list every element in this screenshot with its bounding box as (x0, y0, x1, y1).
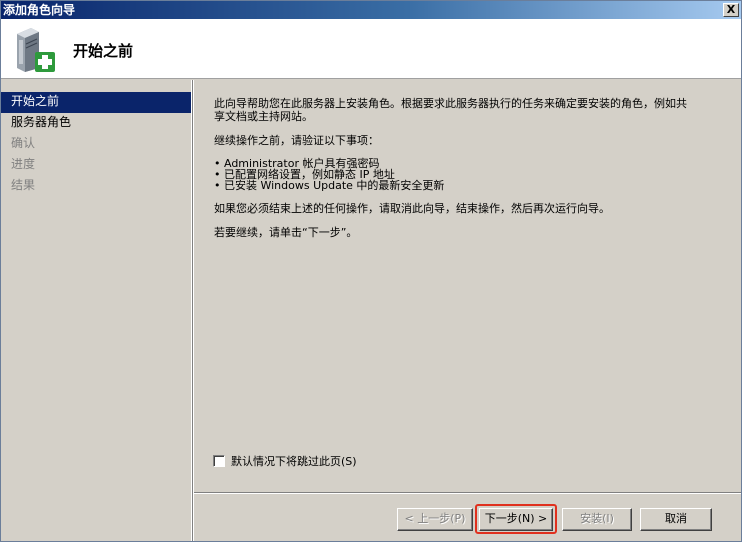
skip-page-label[interactable]: 默认情况下将跳过此页(S) (231, 453, 357, 469)
server-add-icon (17, 28, 55, 72)
window-title: 添加角色向导 (3, 3, 76, 17)
cancel-button[interactable]: 取消 (640, 508, 712, 531)
intro-line-2: 享文档或主持网站。 (214, 110, 313, 123)
close-icon: X (726, 3, 736, 16)
wizard-steps-nav: 开始之前 服务器角色 确认 进度 结果 (1, 80, 192, 541)
next-button-highlight (475, 504, 557, 534)
title-bar[interactable]: 添加角色向导 X (1, 1, 741, 19)
add-roles-wizard-window: 添加角色向导 X 开始之前 开始之前 服务器角色 确认 进度 结果 此向导帮助您… (0, 0, 742, 542)
close-button[interactable]: X (723, 3, 739, 17)
nav-item-confirmation: 确认 (11, 136, 36, 150)
intro-line-1: 此向导帮助您在此服务器上安装角色。根据要求此服务器执行的任务来确定要安装的角色，… (214, 97, 687, 110)
wizard-content: 此向导帮助您在此服务器上安装角色。根据要求此服务器执行的任务来确定要安装的角色，… (214, 97, 734, 250)
nav-item-server-roles[interactable]: 服务器角色 (1, 113, 191, 134)
skip-page-option[interactable]: 默认情况下将跳过此页(S) (213, 453, 357, 469)
continue-hint: 若要继续，请单击“下一步”。 (214, 226, 358, 239)
prerequisite-list: • Administrator 帐户具有强密码 • 已配置网络设置，例如静态 I… (214, 158, 734, 191)
previous-button[interactable]: < 上一步(P) (397, 508, 473, 531)
skip-page-checkbox[interactable] (213, 455, 225, 467)
list-item: • 已安装 Windows Update 中的最新安全更新 (214, 179, 445, 192)
nav-item-progress: 进度 (11, 157, 36, 171)
nav-divider (192, 80, 194, 541)
install-button[interactable]: 安装(I) (562, 508, 632, 531)
nav-item-results: 结果 (11, 178, 36, 192)
wizard-header: 开始之前 (1, 19, 741, 79)
nav-item-before-you-begin[interactable]: 开始之前 (1, 92, 191, 113)
verify-heading: 继续操作之前，请验证以下事项： (214, 134, 379, 147)
page-title: 开始之前 (73, 42, 134, 60)
cancel-hint: 如果您必须结束上述的任何操作，请取消此向导，结束操作，然后再次运行向导。 (214, 202, 610, 215)
button-separator (194, 492, 741, 494)
intro-text: 此向导帮助您在此服务器上安装角色。根据要求此服务器执行的任务来确定要安装的角色，… (214, 97, 734, 123)
